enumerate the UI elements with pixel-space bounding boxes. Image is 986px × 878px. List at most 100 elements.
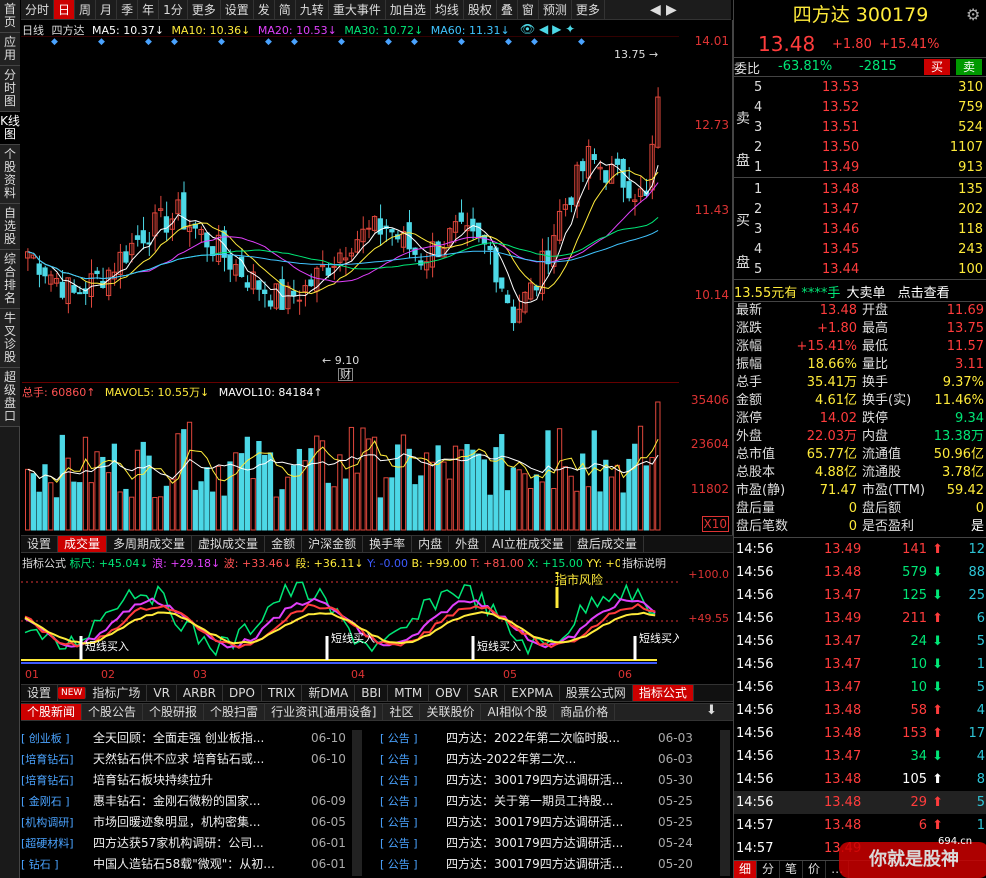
news-item[interactable]: [ 钻石 ] 中国人造钻石58载"微观"：从初... 06-01	[21, 854, 351, 875]
book-row[interactable]: 4 13.45 243	[734, 240, 986, 259]
news-title[interactable]: 四方达-2022年第二次...	[446, 749, 652, 770]
news-title[interactable]: 全天回顾：全面走强 创业板指...	[93, 728, 305, 749]
news-item[interactable]: [ 公告 ] 四方达：300179四方达调研活... 05-20	[380, 854, 720, 875]
book-row[interactable]: 5 13.44 100	[734, 260, 986, 279]
event-marker[interactable]: ◆	[411, 37, 418, 47]
scrollbar-left[interactable]	[352, 730, 362, 876]
news-title[interactable]: 四方达：300179四方达调研活...	[446, 854, 652, 875]
tab-item[interactable]: AI相似个股	[481, 704, 555, 720]
news-title[interactable]: 中国人造钻石58载"微观"：从初...	[93, 854, 305, 875]
detail-tab[interactable]: 价	[803, 861, 827, 878]
event-marker[interactable]: ◆	[171, 37, 178, 47]
event-marker[interactable]: ◆	[218, 37, 225, 47]
event-marker[interactable]: ◆	[578, 37, 585, 47]
tab-item[interactable]: 换手率	[363, 536, 413, 552]
tab-item[interactable]: 关联股价	[420, 704, 482, 720]
toolbar-item[interactable]: 月	[96, 0, 118, 19]
news-item[interactable]: [机构调研] 市场回暖迹象明显，机构密集... 06-05	[21, 812, 351, 833]
news-item[interactable]: [ 公告 ] 四方达：300179四方达调研活... 05-30	[380, 770, 720, 791]
download-icon[interactable]: ⬇	[706, 703, 717, 718]
tab-item[interactable]: 社区	[383, 704, 421, 720]
tab-item[interactable]: 指标广场	[86, 685, 148, 701]
news-title[interactable]: 市场回暖迹象明显，机构密集...	[93, 812, 305, 833]
tab-item[interactable]: 设置	[21, 536, 59, 552]
news-item[interactable]: [ 创业板 ] 全天回顾：全面走强 创业板指... 06-10	[21, 728, 351, 749]
toolbar-item[interactable]: 预测	[539, 0, 572, 19]
forward-arrow-icon[interactable]: ▶	[666, 2, 677, 18]
tab-item[interactable]: 行业资讯[通用设备]	[265, 704, 384, 720]
tab-item[interactable]: BBI	[355, 685, 389, 701]
toolbar-item[interactable]: 更多	[188, 0, 221, 19]
toolbar-item[interactable]: 分时	[21, 0, 55, 19]
tab-item[interactable]: 指标公式	[632, 685, 694, 701]
left-tab-8[interactable]: 超级盘口	[0, 368, 20, 427]
news-item[interactable]: [超硬材料] 四方达获57家机构调研：公司... 06-01	[21, 833, 351, 854]
event-marker[interactable]: ◆	[385, 37, 392, 47]
news-title[interactable]: 四方达：300179四方达调研活...	[446, 770, 652, 791]
event-marker[interactable]: ◆	[291, 37, 298, 47]
news-item[interactable]: [ 金刚石 ] 惠丰钻石：金刚石微粉的国家... 06-09	[21, 791, 351, 812]
back-arrow-icon[interactable]: ◀	[650, 2, 661, 18]
tab-item[interactable]: SAR	[468, 685, 506, 701]
scrollbar-right[interactable]	[720, 730, 730, 876]
gear-icon[interactable]: ⚙	[966, 5, 980, 24]
tab-item[interactable]: 新DMA	[302, 685, 356, 701]
tab-item[interactable]: 设置	[21, 685, 59, 701]
tab-item[interactable]: 成交量	[58, 536, 108, 552]
news-item[interactable]: [ 公告 ] 四方达：300179四方达调研活... 05-25	[380, 812, 720, 833]
toolbar-item[interactable]: 周	[75, 0, 97, 19]
event-marker[interactable]: ◆	[98, 37, 105, 47]
big-order-row[interactable]: 13.55元有 ****手 大卖单 点击查看	[734, 282, 986, 302]
tab-item[interactable]: OBV	[429, 685, 468, 701]
news-item[interactable]: [培育钻石] 培育钻石板块持续拉升	[21, 770, 351, 791]
detail-tab[interactable]: 笔	[780, 861, 804, 878]
tab-item[interactable]: 股票公式网	[560, 685, 633, 701]
finance-marker[interactable]: 财	[338, 368, 353, 381]
candlestick-chart[interactable]: ◆ ◆ ◆ ◆ ◆ ◆ ◆ ◆ ◆ ◆ ◆ ◆ ◆ ◆	[21, 36, 679, 391]
book-row[interactable]: 4 13.52 759	[734, 98, 986, 117]
left-tab-0[interactable]: 首页	[0, 0, 20, 33]
book-row[interactable]: 1 13.49 913	[734, 158, 986, 177]
book-row[interactable]: 2 13.50 1107	[734, 138, 986, 157]
book-row[interactable]: 3 13.51 524	[734, 118, 986, 137]
toolbar-item[interactable]: 简	[275, 0, 296, 19]
tab-item[interactable]: 盘后成交量	[571, 536, 644, 552]
news-title[interactable]: 培育钻石板块持续拉升	[93, 770, 305, 791]
tab-item[interactable]: 金额	[265, 536, 303, 552]
toolbar-item[interactable]: 叠	[497, 0, 518, 19]
event-marker[interactable]: ◆	[338, 37, 345, 47]
tab-item[interactable]: 内盘	[412, 536, 450, 552]
left-tab-3[interactable]: K线图	[0, 112, 20, 145]
tab-item[interactable]: 个股公告	[82, 704, 144, 720]
tab-item[interactable]: AI立桩成交量	[486, 536, 571, 552]
tab-item[interactable]: TRIX	[262, 685, 303, 701]
tab-item[interactable]: 个股研报	[143, 704, 205, 720]
book-row[interactable]: 2 13.47 202	[734, 200, 986, 219]
tab-item[interactable]: 虚拟成交量	[192, 536, 266, 552]
event-marker[interactable]: ◆	[51, 37, 58, 47]
news-title[interactable]: 四方达：300179四方达调研活...	[446, 812, 652, 833]
tab-item[interactable]: DPO	[223, 685, 262, 701]
news-title[interactable]: 四方达：2022年第二次临时股...	[446, 728, 652, 749]
news-item[interactable]: [ 公告 ] 四方达-2022年第二次... 06-03	[380, 749, 720, 770]
news-item[interactable]: [ 公告 ] 四方达：关于第一期员工持股... 05-25	[380, 791, 720, 812]
book-row[interactable]: 1 13.48 135	[734, 180, 986, 199]
book-row[interactable]: 3 13.46 118	[734, 220, 986, 239]
event-marker[interactable]: ◆	[531, 37, 538, 47]
left-tab-1[interactable]: 应用	[0, 33, 20, 66]
book-row[interactable]: 5 13.53 310	[734, 78, 986, 97]
news-title[interactable]: 天然钻石供不应求 培育钻石或...	[93, 749, 305, 770]
tab-item[interactable]: ARBR	[177, 685, 224, 701]
tab-item[interactable]: NEW	[58, 687, 87, 699]
news-item[interactable]: [培育钻石] 天然钻石供不应求 培育钻石或... 06-10	[21, 749, 351, 770]
news-title[interactable]: 四方达：关于第一期员工持股...	[446, 791, 652, 812]
toolbar-item[interactable]: 股权	[464, 0, 497, 19]
detail-tab[interactable]: 细	[734, 861, 758, 878]
toolbar-item[interactable]: 重大事件	[329, 0, 386, 19]
news-title[interactable]: 四方达获57家机构调研：公司...	[93, 833, 305, 854]
tab-item[interactable]: 个股扫雷	[204, 704, 266, 720]
event-marker[interactable]: ◆	[458, 37, 465, 47]
tab-item[interactable]: VR	[147, 685, 177, 701]
toolbar-item[interactable]: 1分	[159, 0, 188, 19]
toolbar-item[interactable]: 更多	[572, 0, 605, 19]
